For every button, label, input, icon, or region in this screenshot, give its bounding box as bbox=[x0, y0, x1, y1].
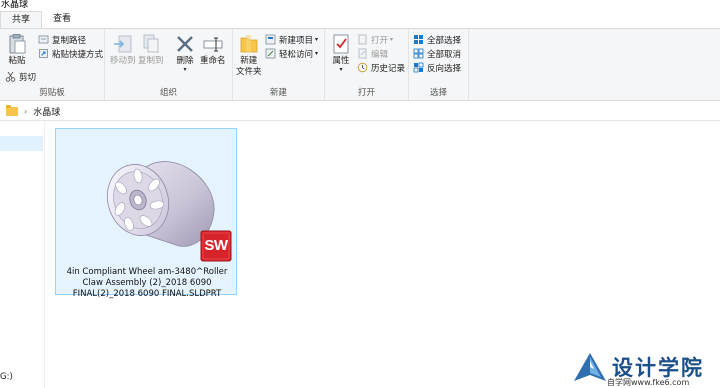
chevron-down-icon: ▾ bbox=[390, 36, 394, 43]
ribbon-group-clipboard: 粘贴 复制路径 粘贴快捷方式 剪切 剪贴板 bbox=[0, 29, 105, 100]
select-none-icon bbox=[413, 48, 424, 59]
chevron-down-icon: ▾ bbox=[183, 66, 187, 73]
select-none-button[interactable]: 全部取消 bbox=[413, 47, 461, 60]
organize-group-label: 组织 bbox=[159, 88, 177, 98]
select-all-icon bbox=[413, 34, 424, 45]
select-all-button[interactable]: 全部选择 bbox=[413, 33, 461, 46]
move-to-label: 移动到 bbox=[110, 56, 136, 66]
ribbon-group-organize: 移动到 复制到 删除 ▾ 重命名 组织 bbox=[105, 29, 233, 100]
select-none-label: 全部取消 bbox=[427, 49, 462, 60]
select-all-label: 全部选择 bbox=[427, 35, 462, 46]
rename-icon bbox=[202, 33, 224, 55]
new-folder-label-2: 文件夹 bbox=[236, 67, 262, 77]
easy-access-button[interactable]: 轻松访问 ▾ bbox=[265, 47, 318, 60]
easy-access-icon bbox=[265, 48, 276, 59]
invert-selection-icon bbox=[413, 62, 424, 73]
open-group-label: 打开 bbox=[357, 88, 375, 98]
rename-button[interactable]: 重命名 bbox=[200, 33, 226, 67]
navigation-pane: G:) bbox=[0, 121, 45, 388]
chevron-down-icon: ▾ bbox=[339, 66, 343, 73]
watermark-logo: 设计学院 自学网www.fke6.com bbox=[570, 350, 720, 388]
rename-label: 重命名 bbox=[200, 56, 226, 66]
nav-selected-item[interactable] bbox=[0, 136, 43, 151]
copy-to-icon bbox=[140, 33, 162, 55]
tab-share[interactable]: 共享 bbox=[0, 11, 43, 28]
edit-icon bbox=[357, 48, 368, 59]
properties-icon bbox=[330, 33, 352, 55]
file-item[interactable]: SW 4in Compliant Wheel am-3480^Roller Cl… bbox=[55, 128, 237, 299]
easy-access-label: 轻松访问 bbox=[279, 49, 314, 60]
new-folder-label-1: 新建 bbox=[240, 56, 258, 66]
move-to-button[interactable]: 移动到 bbox=[110, 33, 136, 67]
breadcrumb-current[interactable]: 水晶球 bbox=[33, 105, 60, 118]
paste-shortcut-button[interactable]: 粘贴快捷方式 bbox=[38, 47, 103, 60]
ribbon-tabs: 共享 查看 bbox=[0, 11, 720, 28]
watermark-arrow-icon bbox=[574, 353, 606, 381]
nav-drive-item[interactable]: G:) bbox=[0, 372, 13, 382]
open-icon bbox=[357, 34, 368, 45]
ribbon-group-select: 全部选择 全部取消 反向选择 选择 bbox=[409, 29, 469, 100]
cut-button[interactable]: 剪切 bbox=[5, 70, 36, 83]
new-folder-button[interactable]: 新建 文件夹 bbox=[236, 33, 262, 78]
select-group-label: 选择 bbox=[429, 88, 447, 98]
tab-view[interactable]: 查看 bbox=[42, 11, 82, 28]
copy-path-button[interactable]: 复制路径 bbox=[38, 33, 86, 46]
history-icon bbox=[357, 62, 368, 73]
file-name: 4in Compliant Wheel am-3480^Roller Claw … bbox=[66, 267, 228, 299]
file-list: SW 4in Compliant Wheel am-3480^Roller Cl… bbox=[46, 121, 720, 388]
new-item-icon bbox=[265, 34, 276, 45]
invert-selection-label: 反向选择 bbox=[427, 63, 462, 74]
scissors-icon bbox=[5, 71, 16, 82]
edit-label: 编辑 bbox=[371, 49, 389, 60]
copy-path-icon bbox=[38, 34, 49, 45]
copy-path-label: 复制路径 bbox=[52, 35, 87, 46]
delete-button[interactable]: 删除 ▾ bbox=[174, 33, 196, 73]
new-folder-icon bbox=[238, 33, 260, 55]
chevron-down-icon: ▾ bbox=[315, 36, 319, 43]
cut-label: 剪切 bbox=[19, 72, 37, 83]
copy-to-button[interactable]: 复制到 bbox=[138, 33, 164, 67]
new-group-label: 新建 bbox=[269, 88, 287, 98]
paste-shortcut-icon bbox=[38, 48, 49, 59]
invert-selection-button[interactable]: 反向选择 bbox=[413, 61, 461, 74]
paste-icon bbox=[6, 33, 28, 55]
chevron-down-icon: ▾ bbox=[315, 50, 319, 57]
open-button[interactable]: 打开 ▾ bbox=[357, 33, 393, 46]
history-label: 历史记录 bbox=[371, 63, 406, 74]
edit-button[interactable]: 编辑 bbox=[357, 47, 388, 60]
chevron-right-icon[interactable]: › bbox=[24, 107, 27, 116]
properties-button[interactable]: 属性 ▾ bbox=[330, 33, 352, 73]
new-item-button[interactable]: 新建项目 ▾ bbox=[265, 33, 318, 46]
watermark-subtitle: 自学网www.fke6.com bbox=[607, 378, 690, 387]
paste-shortcut-label: 粘贴快捷方式 bbox=[52, 49, 104, 60]
solidworks-badge-label: SW bbox=[204, 237, 228, 254]
solidworks-badge-icon: SW bbox=[200, 230, 232, 262]
delete-x-icon bbox=[174, 33, 196, 55]
window-title: 水晶球 bbox=[1, 0, 29, 10]
folder-icon bbox=[6, 104, 18, 116]
move-to-icon bbox=[112, 33, 134, 55]
address-bar[interactable]: › 水晶球 bbox=[0, 102, 720, 121]
new-item-label: 新建项目 bbox=[279, 35, 314, 46]
ribbon-group-new: 新建 文件夹 新建项目 ▾ 轻松访问 ▾ 新建 bbox=[233, 29, 325, 100]
paste-label: 粘贴 bbox=[8, 56, 26, 66]
paste-button[interactable]: 粘贴 bbox=[6, 33, 28, 67]
open-label: 打开 bbox=[371, 35, 389, 46]
ribbon-group-open: 属性 ▾ 打开 ▾ 编辑 历史记录 打开 bbox=[325, 29, 409, 100]
ribbon: 粘贴 复制路径 粘贴快捷方式 剪切 剪贴板 移动到 复制到 删除 ▾ 重命名 组… bbox=[0, 28, 720, 101]
copy-to-label: 复制到 bbox=[138, 56, 164, 66]
clipboard-group-label: 剪贴板 bbox=[39, 88, 65, 98]
history-button[interactable]: 历史记录 bbox=[357, 61, 405, 74]
